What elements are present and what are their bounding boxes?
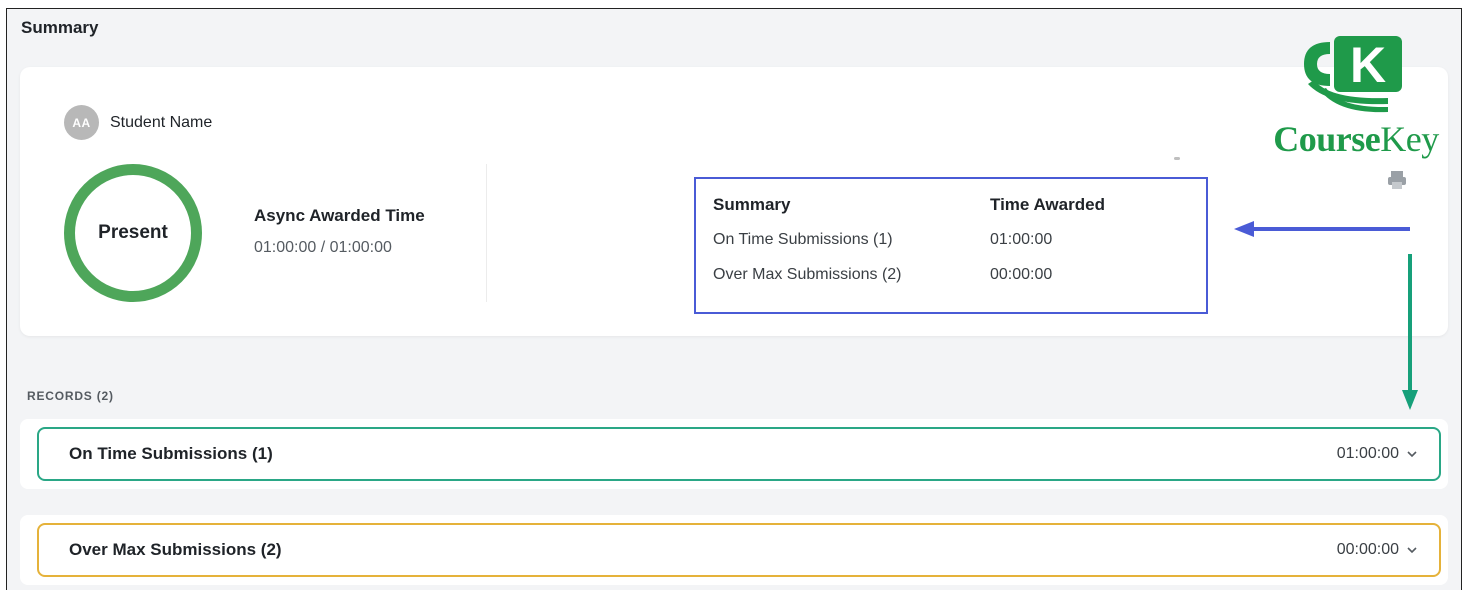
summary-row-label: Over Max Submissions (2) — [713, 266, 902, 283]
divider — [486, 164, 487, 302]
summary-table-row: Over Max Submissions (2) 00:00:00 — [713, 266, 1193, 284]
student-row: AA Student Name — [64, 105, 212, 140]
records-heading: RECORDS (2) — [27, 389, 114, 403]
async-awarded-time-value: 01:00:00 / 01:00:00 — [254, 239, 392, 256]
student-name: Student Name — [110, 113, 213, 131]
summary-row-label: On Time Submissions (1) — [713, 231, 893, 248]
record-title: On Time Submissions (1) — [69, 444, 273, 463]
summary-card: AA Student Name Present Async Awarded Ti… — [20, 67, 1448, 336]
coursekey-logo: K CourseKey — [1268, 34, 1444, 160]
chevron-down-icon[interactable] — [1405, 543, 1419, 557]
avatar: AA — [64, 105, 99, 140]
logo-wordmark-bold: Course — [1273, 119, 1381, 159]
async-awarded-time: Async Awarded Time 01:00:00 / 01:00:00 — [254, 206, 425, 257]
summary-header: Summary — [713, 195, 791, 214]
record-time-value: 01:00:00 — [1336, 445, 1399, 462]
record-title: Over Max Submissions (2) — [69, 540, 282, 559]
record-time: 00:00:00 — [1337, 541, 1419, 559]
record-on-time-submissions[interactable]: On Time Submissions (1) 01:00:00 — [37, 427, 1441, 481]
attendance-status-label: Present — [98, 222, 168, 243]
summary-row-time: 00:00:00 — [990, 266, 1053, 283]
record-card: On Time Submissions (1) 01:00:00 — [20, 419, 1448, 489]
summary-table-header: Summary Time Awarded — [713, 195, 1193, 215]
record-time-value: 00:00:00 — [1336, 541, 1399, 558]
attendance-status-ring: Present — [64, 164, 202, 302]
printer-icon[interactable] — [1386, 169, 1408, 191]
async-awarded-time-label: Async Awarded Time — [254, 206, 425, 225]
record-over-max-submissions[interactable]: Over Max Submissions (2) 00:00:00 — [37, 523, 1441, 577]
record-time: 01:00:00 — [1337, 445, 1419, 463]
time-awarded-header: Time Awarded — [990, 195, 1105, 214]
logo-letter: K — [1350, 37, 1386, 93]
summary-table-row: On Time Submissions (1) 01:00:00 — [713, 231, 1193, 249]
summary-row-time: 01:00:00 — [990, 231, 1053, 248]
page-title: Summary — [21, 18, 99, 37]
chevron-down-icon[interactable] — [1405, 447, 1419, 461]
record-card: Over Max Submissions (2) 00:00:00 — [20, 515, 1448, 585]
summary-page: Summary AA Student Name Present Async Aw… — [6, 8, 1462, 590]
summary-table: Summary Time Awarded On Time Submissions… — [694, 177, 1208, 314]
coursekey-logo-mark: K — [1304, 36, 1402, 113]
logo-wordmark: CourseKey — [1268, 118, 1444, 160]
logo-wordmark-light: Key — [1380, 119, 1439, 159]
decorative-mark — [1174, 157, 1180, 160]
